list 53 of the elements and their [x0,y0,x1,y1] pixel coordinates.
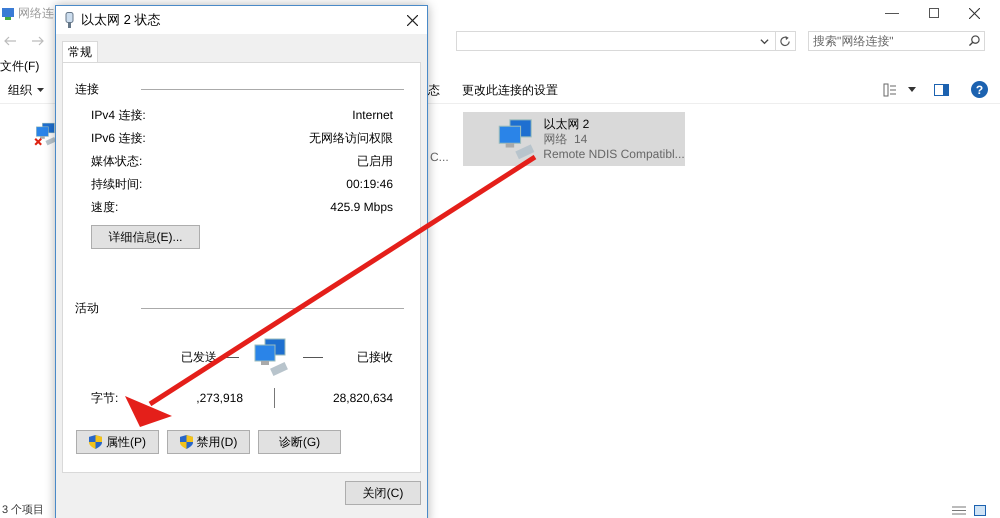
details-button[interactable]: 详细信息(E)... [91,225,200,249]
received-label: 已接收 [357,349,393,366]
connection-name: 以太网 2 [543,116,590,132]
action-button[interactable]: 禁用(D) [167,430,250,454]
shield-icon [89,435,102,449]
help-button[interactable]: ? [971,81,988,98]
connection-item[interactable]: C... [430,148,449,166]
field-label: 速度: [91,198,118,216]
field-value: 已启用 [357,152,393,170]
action-button[interactable]: 诊断(G) [258,430,341,454]
section-heading: 活动 [75,300,100,317]
network-folder-icon [1,6,15,20]
minimize-button[interactable] [885,12,899,14]
search-field[interactable]: 搜索"网络连接" [808,31,985,51]
caret-icon [37,88,44,92]
menu-item[interactable]: 文件(F) [0,57,40,75]
field-label: IPv4 连接: [91,106,146,124]
maximize-button[interactable] [929,8,939,18]
window-title: 网络连 [18,5,54,22]
preview-pane-icon[interactable] [934,84,949,96]
chevron-down-icon[interactable] [760,36,769,46]
dialog-title: 以太网 2 状态 [81,11,160,30]
close-icon[interactable] [969,8,980,18]
connection-item[interactable]: 以太网 2 网络 14 Remote NDIS Compatibl... [462,112,685,166]
view-options-icon[interactable] [883,82,897,96]
search-icon [969,35,980,46]
field-value: Internet [352,106,393,124]
close-button[interactable]: 关闭(C) [345,481,421,505]
item-count: 3 个项目 [2,502,44,518]
field-value: 425.9 Mbps [330,198,393,216]
field-value: 无网络访问权限 [309,130,393,146]
close-icon[interactable] [407,14,418,26]
field-label: 媒体状态: [91,152,142,170]
action-button[interactable]: 属性(P) [76,430,159,454]
toolbar-command[interactable]: 更改此连接的设置 [462,80,558,98]
shield-icon [180,435,193,449]
field-label: 持续时间: [91,176,142,192]
details-view-icon[interactable] [952,504,966,516]
bytes-sent: ,273,918 [195,390,243,407]
network-adapter-icon [65,12,74,28]
bytes-label: 字节: [91,390,120,407]
connection-status: 网络 14 [543,132,588,146]
connection-device: Remote NDIS Compatibl... [543,146,685,162]
toolbar-command[interactable]: 态 [428,80,440,98]
field-label: IPv6 连接: [91,130,146,146]
section-heading: 连接 [75,81,100,98]
large-icons-view-icon[interactable] [974,504,986,516]
organize-menu[interactable]: 组织 [8,80,44,98]
field-value: 00:19:46 [346,176,393,192]
caret-icon[interactable] [908,87,916,92]
bytes-received: 28,820,634 [332,390,393,407]
tab[interactable]: 常规 [62,41,98,63]
refresh-icon[interactable] [780,36,791,46]
